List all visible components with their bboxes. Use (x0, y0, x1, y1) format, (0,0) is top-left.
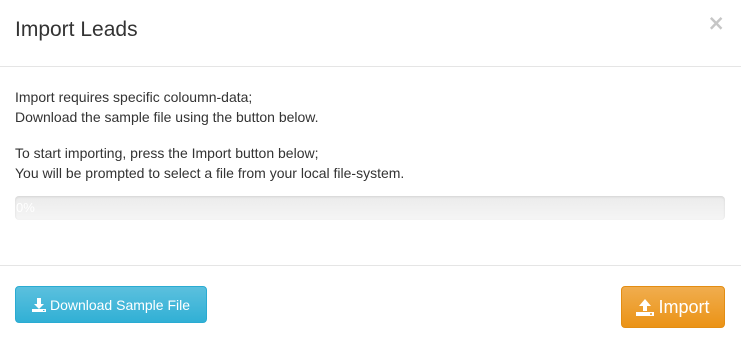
instructions-import: To start importing, press the Import but… (15, 143, 404, 183)
download-button-label: Download Sample File (49, 296, 191, 313)
upload-icon (636, 298, 655, 316)
import-button-label: Import (658, 296, 710, 317)
close-button[interactable]: × (707, 13, 725, 34)
download-icon (31, 297, 46, 312)
instruction-line: Download the sample file using the butto… (15, 109, 319, 125)
download-sample-button[interactable]: Download Sample File (15, 286, 207, 323)
instruction-line: Import requires specific coloumn-data; (15, 89, 253, 105)
progress-label: 0% (16, 200, 35, 215)
modal-footer: Download Sample File Import (0, 265, 741, 342)
instruction-line: You will be prompted to select a file fr… (15, 165, 405, 181)
import-button[interactable]: Import (621, 286, 725, 328)
instruction-line: To start importing, press the Import but… (15, 145, 319, 161)
import-progress: 0% (15, 196, 725, 220)
instructions-download: Import requires specific coloumn-data; D… (15, 87, 319, 127)
modal-header: Import Leads × (0, 0, 741, 67)
modal-title: Import Leads (15, 18, 138, 41)
import-leads-modal: Import Leads × Import requires specific … (0, 0, 741, 342)
